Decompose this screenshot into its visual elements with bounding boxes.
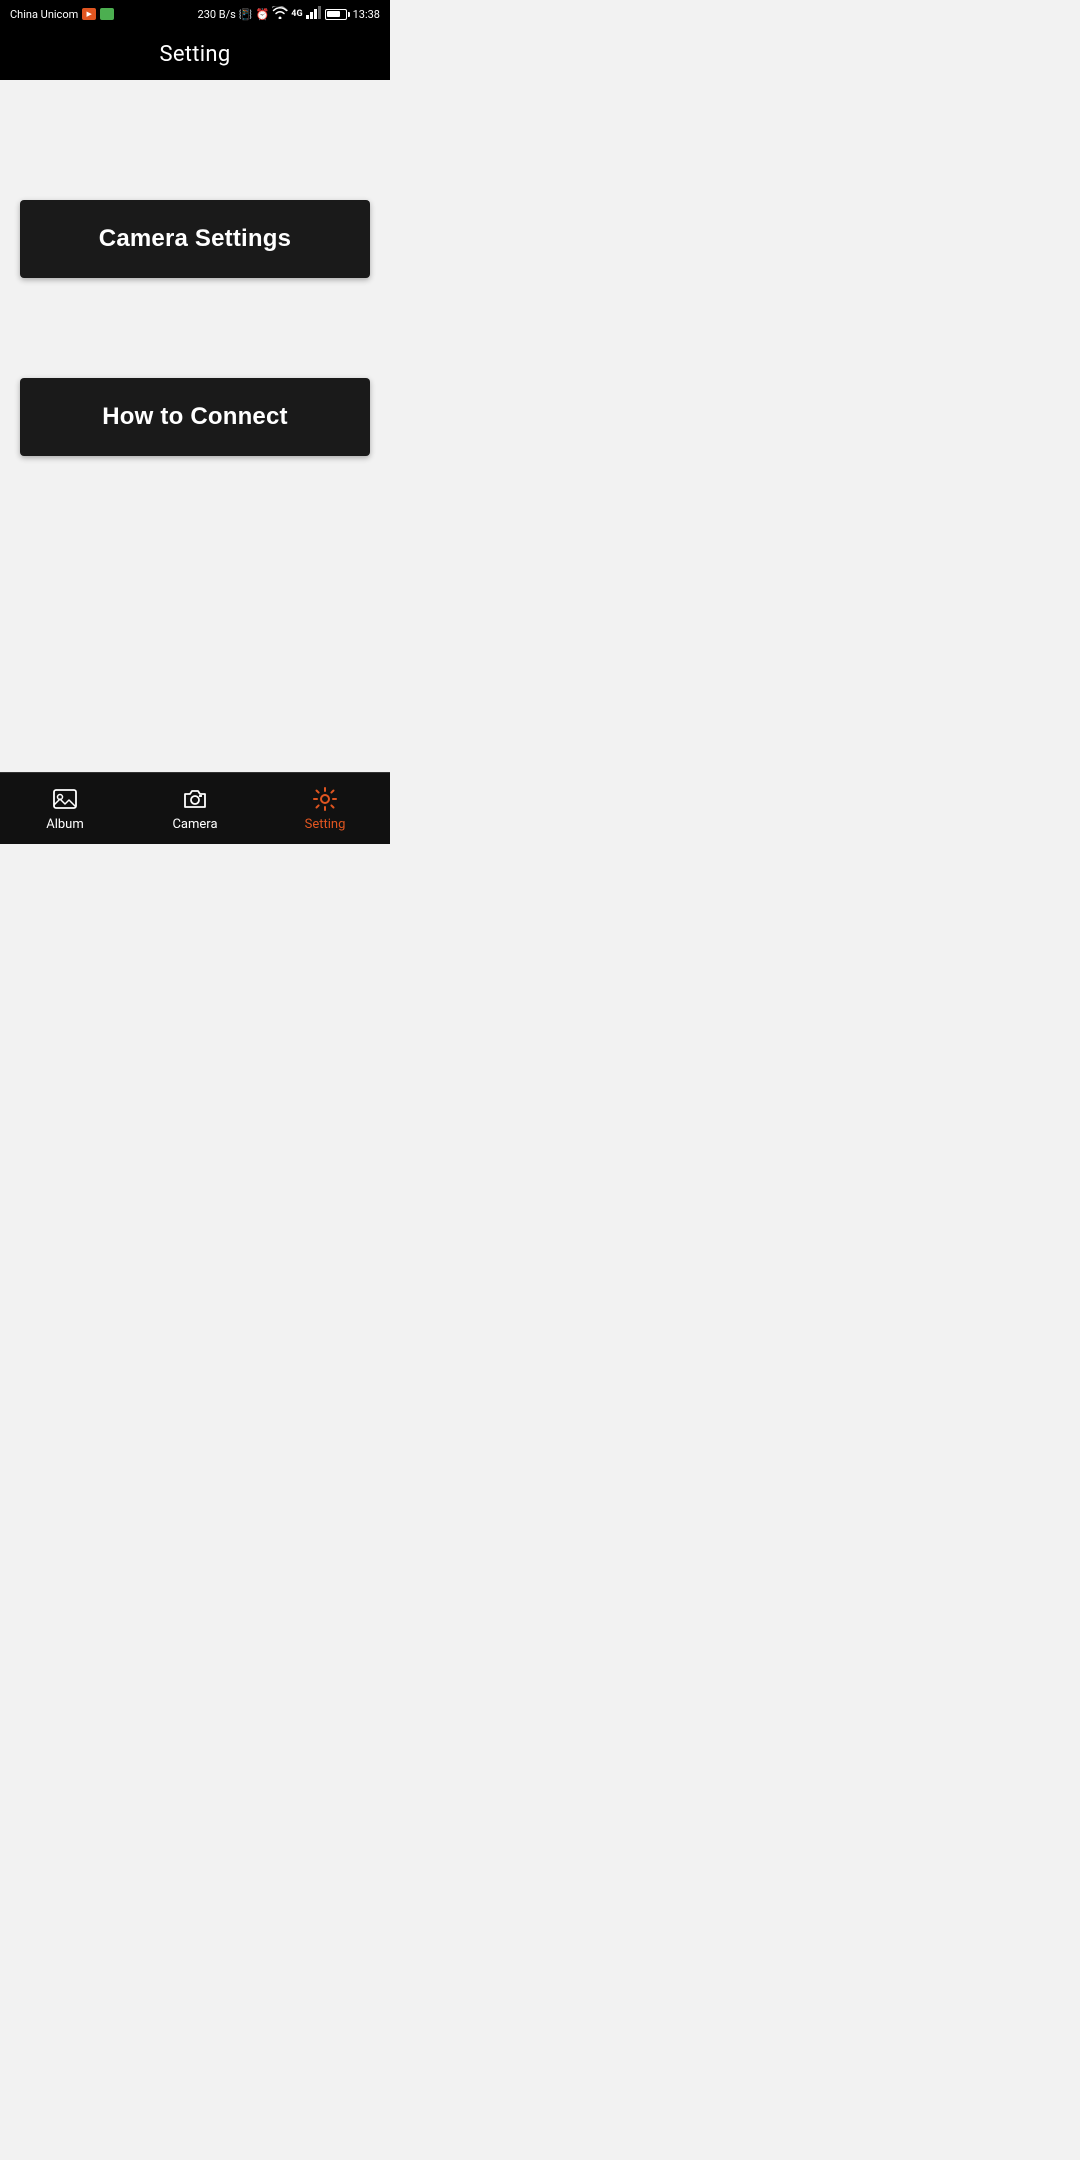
network-type-icon: 4G [291,9,302,19]
setting-icon [311,785,339,813]
carrier-name: China Unicom [10,8,78,21]
app-bar: Setting [0,28,390,80]
status-bar: China Unicom ▶ 230 B/s 📳 ⏰ 4G [0,0,390,28]
vibrate-icon: 📳 [239,8,253,21]
signal-icon [306,6,322,22]
status-right: 230 B/s 📳 ⏰ 4G 13:38 [198,6,380,22]
bottom-navigation: Album Camera Setting [0,772,390,844]
how-to-connect-button[interactable]: How to Connect [20,378,370,456]
status-left: China Unicom ▶ [10,8,114,21]
carrier-icon1: ▶ [82,8,96,20]
page-title: Setting [159,42,230,67]
battery-icon [325,9,350,20]
main-content: Camera Settings How to Connect [0,80,390,772]
camera-label: Camera [172,817,217,832]
nav-item-album[interactable]: Album [0,785,130,832]
nav-item-camera[interactable]: Camera [130,785,260,832]
album-label: Album [46,817,84,832]
wifi-icon [272,6,288,22]
setting-label: Setting [305,817,346,832]
album-icon [51,785,79,813]
nav-item-setting[interactable]: Setting [260,785,390,832]
camera-settings-button[interactable]: Camera Settings [20,200,370,278]
time: 13:38 [353,8,380,21]
alarm-icon: ⏰ [256,8,270,21]
carrier-icon2 [100,8,114,20]
network-speed: 230 B/s [198,8,236,21]
camera-icon [181,785,209,813]
